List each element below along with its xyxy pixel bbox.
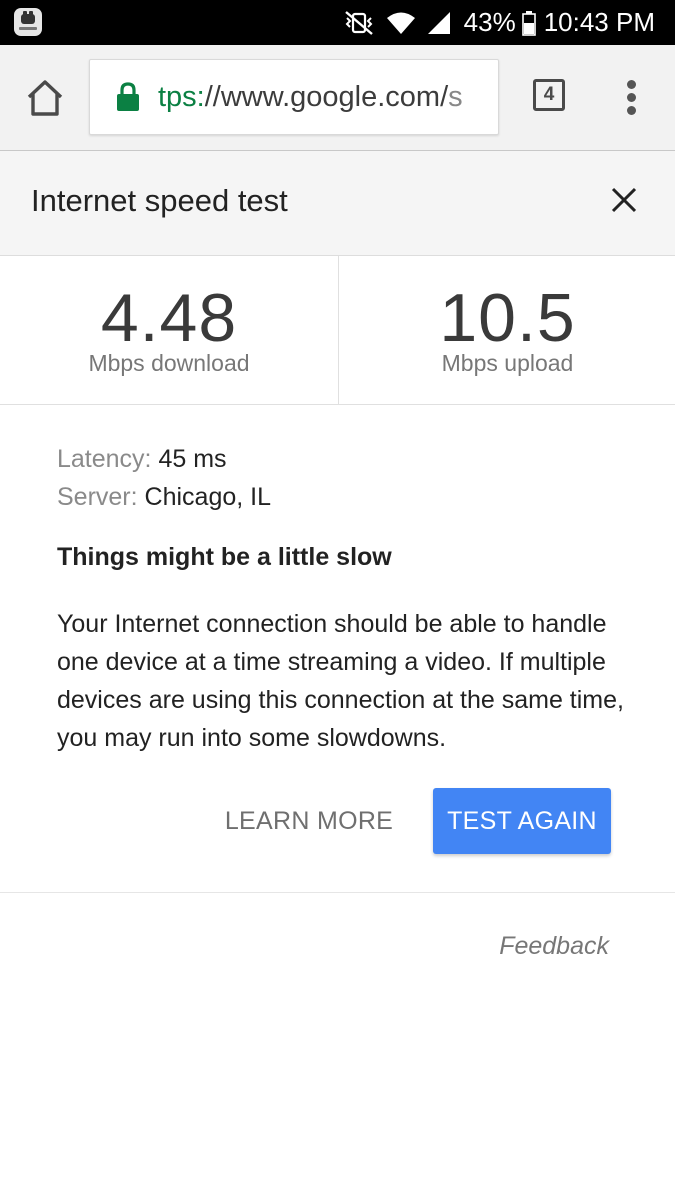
upload-label: Mbps upload — [441, 350, 574, 376]
status-clock: 10:43 PM — [543, 7, 655, 37]
more-vert-icon[interactable] — [622, 80, 642, 116]
close-icon[interactable] — [610, 186, 638, 214]
home-button[interactable] — [24, 77, 66, 119]
address-bar[interactable]: tps://www.google.com/s — [89, 59, 499, 135]
status-icons: 43% 10:43 PM — [342, 0, 655, 45]
divider — [0, 892, 675, 893]
home-icon — [27, 80, 63, 116]
tab-switcher-button[interactable]: 4 — [533, 79, 565, 111]
download-value: 4.48 — [100, 280, 238, 356]
battery-percent: 43% — [463, 7, 516, 37]
cell-signal-icon — [427, 11, 450, 34]
battery-icon — [521, 10, 536, 36]
url-host: //www.google.com/ — [204, 81, 449, 113]
wifi-icon — [386, 12, 415, 34]
latency-value: 45 ms — [158, 445, 227, 473]
vibrate-mute-icon — [344, 10, 373, 35]
feedback-link[interactable]: Feedback — [499, 932, 609, 961]
verdict-heading: Things might be a little slow — [57, 543, 392, 571]
latency-row: Latency: 45 ms — [57, 440, 647, 478]
browser-toolbar: tps://www.google.com/s 4 — [0, 45, 675, 151]
url-path: s — [448, 81, 463, 113]
upload-result: 10.5 Mbps upload — [338, 256, 675, 404]
url-text[interactable]: tps://www.google.com/s — [158, 60, 488, 134]
card-title: Internet speed test — [31, 183, 288, 218]
lock-icon — [117, 82, 139, 111]
latency-label: Latency: — [57, 445, 152, 473]
download-label: Mbps download — [88, 350, 250, 376]
learn-more-button[interactable]: LEARN MORE — [224, 789, 394, 853]
galaxy-app-icon — [14, 8, 42, 36]
server-row: Server: Chicago, IL — [57, 478, 647, 516]
card-header: Internet speed test — [0, 151, 675, 256]
url-scheme: tps: — [158, 81, 205, 113]
server-value: Chicago, IL — [144, 483, 272, 511]
status-bar: 43% 10:43 PM — [0, 0, 675, 45]
server-label: Server: — [57, 483, 138, 511]
test-details: Latency: 45 ms Server: Chicago, IL — [57, 440, 647, 516]
test-again-button[interactable]: TEST AGAIN — [433, 788, 611, 854]
speed-results: 4.48 Mbps download 10.5 Mbps upload — [0, 256, 675, 405]
verdict-explanation: Your Internet connection should be able … — [57, 610, 624, 752]
download-result: 4.48 Mbps download — [0, 256, 338, 404]
upload-value: 10.5 — [439, 280, 576, 356]
